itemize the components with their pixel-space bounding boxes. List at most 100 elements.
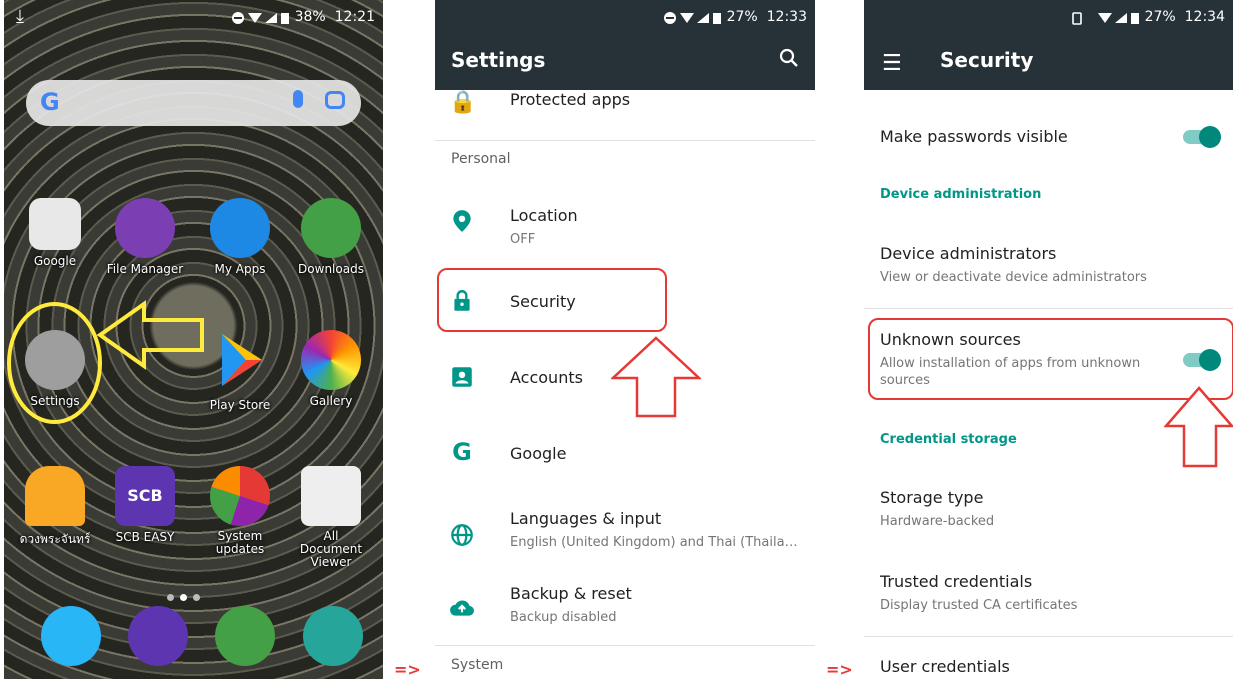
setting-sub: Display trusted CA certificates <box>880 598 1078 613</box>
clock: 12:21 <box>334 9 375 25</box>
app-label: ดวงพระจันทร์ <box>19 532 91 546</box>
status-bar: ⤓ 38% 12:21 <box>4 0 383 36</box>
dock-email[interactable] <box>119 606 197 666</box>
app-google[interactable]: Google <box>16 198 94 268</box>
app-label: Gallery <box>309 394 353 408</box>
divider <box>864 636 1233 637</box>
item-sub: English (United Kingdom) and Thai (Thail… <box>510 535 798 550</box>
app-all-document-viewer[interactable]: All Document Viewer <box>292 466 370 569</box>
setting-sub: View or deactivate device administrators <box>880 270 1147 285</box>
signal-icons <box>1071 11 1141 29</box>
app-label: Play Store <box>209 398 271 412</box>
dock-messages[interactable] <box>32 606 110 666</box>
step-arrow-1: => <box>394 660 421 679</box>
setting-user-credentials[interactable]: User credentials <box>864 645 1233 679</box>
page-title: Settings <box>451 48 546 72</box>
menu-icon[interactable]: ☰ <box>882 51 902 76</box>
account-icon <box>452 367 472 387</box>
divider <box>435 140 815 141</box>
app-label: All Document Viewer <box>299 529 363 569</box>
update-ring-icon <box>210 466 270 526</box>
battery-text: 38% <box>294 9 326 25</box>
google-search-bar[interactable]: G <box>26 80 361 126</box>
setting-label: Device administrators <box>880 244 1057 263</box>
signal-icons <box>231 11 291 29</box>
message-icon <box>41 606 101 666</box>
settings-item-location[interactable]: Location OFF <box>435 196 815 260</box>
settings-app-bar: 27% 12:33 Settings <box>435 0 815 90</box>
play-store-icon <box>222 334 262 386</box>
app-label: Google <box>33 254 77 268</box>
section-header-device-administration: Device administration <box>880 187 1042 202</box>
item-label: Languages & input <box>510 509 662 528</box>
status-bar: 27% 12:33 <box>435 0 815 36</box>
security-highlight-box <box>437 268 667 332</box>
settings-item-accounts[interactable]: Accounts <box>435 352 815 404</box>
app-label: System updates <box>215 529 265 556</box>
app-label: SCB EASY <box>115 530 175 544</box>
app-file-manager[interactable]: File Manager <box>106 198 184 276</box>
gallery-icon <box>301 330 361 390</box>
setting-device-administrators[interactable]: Device administrators View or deactivate… <box>864 230 1233 296</box>
lock-circle-icon: 🔒 <box>449 90 477 115</box>
location-icon <box>453 210 471 232</box>
download-arrow-icon <box>301 198 361 258</box>
app-play-store[interactable]: Play Store <box>201 330 279 412</box>
dock-phone[interactable] <box>206 606 284 666</box>
signal-icons <box>663 11 723 29</box>
settings-screen: 27% 12:33 Settings 🔒 Protected apps Pers… <box>435 0 815 679</box>
folder-icon <box>115 198 175 258</box>
google-icon: G <box>452 438 472 466</box>
app-scb-easy[interactable]: SCB SCB EASY <box>106 466 184 544</box>
yellow-pointer-arrow <box>96 300 204 370</box>
dock-camera[interactable] <box>294 606 372 666</box>
home-screen: ⤓ 38% 12:21 G Google File Manager My App… <box>4 0 383 679</box>
scb-icon: SCB <box>115 466 175 526</box>
setting-label: Trusted credentials <box>880 572 1033 591</box>
cloud-upload-icon <box>450 600 474 616</box>
battery-text: 27% <box>726 9 758 25</box>
security-screen: 27% 12:34 ☰ Security Make passwords visi… <box>864 0 1233 679</box>
section-header-credential-storage: Credential storage <box>880 432 1017 447</box>
battery-text: 27% <box>1144 9 1176 25</box>
section-header-personal: Personal <box>451 151 511 167</box>
page-title: Security <box>940 48 1034 72</box>
setting-trusted-credentials[interactable]: Trusted credentials Display trusted CA c… <box>864 560 1233 626</box>
item-label: Backup & reset <box>510 584 632 603</box>
setting-label: Make passwords visible <box>880 127 1068 146</box>
app-gallery[interactable]: Gallery <box>292 330 370 408</box>
setting-storage-type[interactable]: Storage type Hardware-backed <box>864 474 1233 540</box>
step-arrow-2: => <box>826 660 853 679</box>
lotus-icon <box>25 466 85 526</box>
app-system-updates[interactable]: System updates <box>201 466 279 556</box>
documents-icon <box>301 466 361 526</box>
lens-icon[interactable] <box>325 91 345 109</box>
item-label: Location <box>510 206 578 225</box>
email-icon <box>128 606 188 666</box>
google-g-icon: G <box>40 88 60 116</box>
settings-item-languages[interactable]: Languages & input English (United Kingdo… <box>435 500 815 564</box>
settings-item-backup[interactable]: Backup & reset Backup disabled <box>435 575 815 639</box>
item-label: Accounts <box>510 368 583 387</box>
settings-item-protected-apps[interactable]: 🔒 Protected apps <box>435 88 815 140</box>
settings-item-google[interactable]: G Google <box>435 428 815 480</box>
app-thai[interactable]: ดวงพระจันทร์ <box>16 466 94 549</box>
camera-icon <box>303 606 363 666</box>
grid-icon <box>210 198 270 258</box>
mic-icon[interactable] <box>293 90 303 108</box>
search-icon[interactable] <box>779 48 799 68</box>
setting-label: Storage type <box>880 488 984 507</box>
settings-highlight-circle <box>7 302 102 424</box>
setting-make-passwords-visible[interactable]: Make passwords visible <box>864 108 1233 164</box>
divider <box>864 308 1233 309</box>
app-downloads[interactable]: Downloads <box>292 198 370 276</box>
status-bar: 27% 12:34 <box>864 0 1233 36</box>
section-header-system: System <box>451 657 504 673</box>
item-label: Google <box>510 444 567 463</box>
globe-icon <box>451 524 473 546</box>
passwords-visible-toggle[interactable] <box>1183 126 1221 148</box>
clock: 12:33 <box>766 9 807 25</box>
app-my-apps[interactable]: My Apps <box>201 198 279 276</box>
security-app-bar: 27% 12:34 ☰ Security <box>864 0 1233 90</box>
setting-label: User credentials <box>880 657 1010 676</box>
